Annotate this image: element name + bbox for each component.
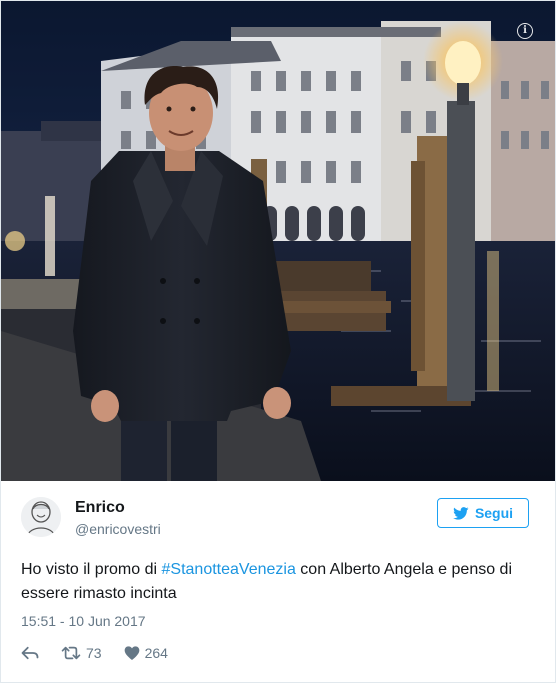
- tweet-card: i Enrico @enricovestri Segui Ho visto il…: [0, 0, 556, 683]
- tweet-text: Ho visto il promo di #StanotteaVenezia c…: [21, 558, 531, 606]
- reply-button[interactable]: [21, 646, 39, 660]
- reply-icon: [21, 646, 39, 660]
- author-name[interactable]: Enrico: [75, 499, 125, 517]
- heart-icon: [124, 646, 139, 660]
- info-icon[interactable]: i: [517, 23, 533, 39]
- follow-button[interactable]: Segui: [437, 498, 529, 528]
- like-button[interactable]: 264: [124, 645, 168, 661]
- like-count: 264: [144, 645, 168, 661]
- twitter-bird-icon: [453, 506, 469, 520]
- avatar-sketch-icon: [21, 497, 61, 537]
- author-handle[interactable]: @enricovestri: [75, 521, 161, 537]
- follow-button-label: Segui: [474, 505, 514, 521]
- hashtag-link[interactable]: #StanotteaVenezia: [162, 561, 296, 578]
- retweet-button[interactable]: 73: [61, 645, 102, 661]
- retweet-icon: [61, 646, 81, 660]
- tweet-text-start: Ho visto il promo di: [21, 561, 162, 578]
- tweet-author: Enrico @enricovestri Segui: [21, 497, 541, 543]
- retweet-count: 73: [86, 645, 102, 661]
- tweet-timestamp[interactable]: 15:51 - 10 Jun 2017: [21, 613, 146, 629]
- tweet-photo[interactable]: i: [1, 1, 555, 481]
- tweet-actions: 73 264: [21, 643, 321, 663]
- venice-night-photo: [1, 1, 555, 481]
- avatar[interactable]: [21, 497, 61, 537]
